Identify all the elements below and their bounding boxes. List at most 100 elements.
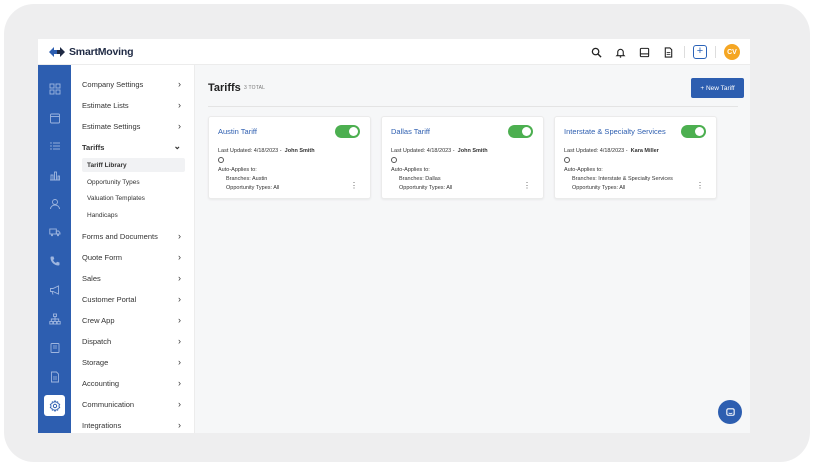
chevron-right-icon: ›	[178, 315, 181, 325]
tariff-card[interactable]: Interstate & Specialty Services Last Upd…	[554, 116, 717, 199]
nav-company-settings[interactable]: Company Settings ›	[71, 75, 195, 93]
main-content: Tariffs 3 TOTAL + New Tariff Austin Tari…	[195, 65, 750, 433]
chevron-right-icon: ›	[178, 294, 181, 304]
clock-icon	[564, 157, 570, 163]
nav-communication[interactable]: Communication ›	[71, 395, 195, 413]
nav-forms-and-documents[interactable]: Forms and Documents ›	[71, 227, 195, 245]
top-icons: + CV	[580, 43, 740, 61]
new-tariff-button[interactable]: + New Tariff	[691, 78, 744, 98]
nav-accounting[interactable]: Accounting ›	[71, 374, 195, 392]
title-divider	[208, 106, 738, 107]
tariff-enabled-toggle[interactable]	[335, 125, 360, 138]
chevron-right-icon: ›	[178, 357, 181, 367]
nav-label: Communication	[82, 399, 135, 409]
chat-launcher-button[interactable]	[718, 400, 742, 424]
tariff-enabled-toggle[interactable]	[508, 125, 533, 138]
opportunity-types-value: Opportunity Types: All	[572, 185, 626, 191]
opportunity-types-value: Opportunity Types: All	[399, 185, 453, 191]
tariff-card[interactable]: Austin Tariff Last Updated: 4/18/2023 - …	[208, 116, 371, 199]
nav-customer-portal[interactable]: Customer Portal ›	[71, 290, 195, 308]
bell-icon[interactable]	[612, 44, 628, 60]
auto-applies-label: Auto-Applies to:	[218, 167, 257, 173]
nav-label: Estimate Settings	[82, 121, 141, 131]
nav-dispatch[interactable]: Dispatch ›	[71, 332, 195, 350]
nav-label: Forms and Documents	[82, 231, 158, 241]
last-updated: Last Updated: 4/18/2023 - John Smith	[391, 148, 488, 154]
smartmoving-logo-icon	[49, 47, 65, 57]
dashboard-icon[interactable]	[44, 78, 65, 99]
toolbar-divider	[715, 46, 716, 58]
nav-quote-form[interactable]: Quote Form ›	[71, 248, 195, 266]
nav-label: Dispatch	[82, 336, 112, 346]
tariff-card[interactable]: Dallas Tariff Last Updated: 4/18/2023 - …	[381, 116, 544, 199]
nav-label: Estimate Lists	[82, 100, 129, 110]
nav-label: Integrations	[82, 420, 122, 430]
calendar-icon[interactable]	[44, 107, 65, 128]
more-options-icon[interactable]: ⋮	[696, 182, 704, 190]
customers-icon[interactable]	[44, 193, 65, 214]
search-icon[interactable]	[588, 44, 604, 60]
icon-rail	[38, 65, 71, 433]
nav-estimate-lists[interactable]: Estimate Lists ›	[71, 96, 195, 114]
truck-icon[interactable]	[44, 221, 65, 242]
clock-icon	[218, 157, 224, 163]
nav-integrations[interactable]: Integrations ›	[71, 416, 195, 433]
last-updated: Last Updated: 4/18/2023 - Kara Miller	[564, 148, 659, 154]
nav-label: Quote Form	[82, 252, 123, 262]
nav-storage[interactable]: Storage ›	[71, 353, 195, 371]
book-icon[interactable]	[44, 337, 65, 358]
file-icon[interactable]	[44, 366, 65, 387]
last-updated: Last Updated: 4/18/2023 - John Smith	[218, 148, 315, 154]
reports-icon[interactable]	[44, 164, 65, 185]
avatar[interactable]: CV	[724, 44, 740, 60]
more-options-icon[interactable]: ⋮	[523, 182, 531, 190]
last-updated-label: Last Updated: 4/18/2023 -	[218, 148, 282, 154]
last-updated-label: Last Updated: 4/18/2023 -	[564, 148, 628, 154]
tariff-title-link[interactable]: Dallas Tariff	[391, 127, 430, 136]
logo-text: SmartMoving	[69, 46, 134, 58]
auto-applies-label: Auto-Applies to:	[564, 167, 603, 173]
tariff-title-link[interactable]: Interstate & Specialty Services	[564, 127, 666, 136]
document-icon[interactable]	[660, 44, 676, 60]
network-icon[interactable]	[44, 308, 65, 329]
tariff-count: 3 TOTAL	[244, 85, 266, 91]
nav-label: Tariffs	[82, 142, 105, 152]
chevron-right-icon: ›	[178, 336, 181, 346]
more-options-icon[interactable]: ⋮	[350, 182, 358, 190]
app-window: SmartMoving + CV Company Settings › Esti…	[38, 39, 750, 433]
nav-label: Storage	[82, 357, 109, 367]
subnav-tariff-library[interactable]: Tariff Library	[82, 158, 185, 172]
inbox-icon[interactable]	[636, 44, 652, 60]
branches-value: Branches: Dallas	[399, 176, 441, 182]
tariff-enabled-toggle[interactable]	[681, 125, 706, 138]
phone-icon[interactable]	[44, 250, 65, 271]
logo[interactable]: SmartMoving	[49, 45, 134, 59]
subnav-opportunity-types[interactable]: Opportunity Types	[82, 175, 185, 189]
chevron-right-icon: ›	[178, 231, 181, 241]
nav-sales[interactable]: Sales ›	[71, 269, 195, 287]
nav-estimate-settings[interactable]: Estimate Settings ›	[71, 117, 195, 135]
toolbar-divider	[684, 46, 685, 58]
chat-icon	[725, 407, 735, 416]
chevron-right-icon: ›	[178, 100, 181, 110]
chevron-right-icon: ›	[178, 121, 181, 131]
updated-by: John Smith	[284, 148, 315, 154]
settings-subnav: Company Settings › Estimate Lists › Estima…	[71, 65, 195, 433]
tariff-title-link[interactable]: Austin Tariff	[218, 127, 257, 136]
chevron-down-icon: ⌄	[173, 141, 181, 151]
top-bar: SmartMoving + CV	[38, 39, 750, 65]
subnav-valuation-templates[interactable]: Valuation Templates	[82, 191, 185, 205]
nav-tariffs[interactable]: Tariffs ⌄	[71, 138, 195, 156]
page-title: Tariffs	[208, 82, 241, 94]
list-icon[interactable]	[44, 135, 65, 156]
opportunity-types-value: Opportunity Types: All	[226, 185, 280, 191]
nav-crew-app[interactable]: Crew App ›	[71, 311, 195, 329]
subnav-handicaps[interactable]: Handicaps	[82, 208, 185, 222]
clock-icon	[391, 157, 397, 163]
branches-value: Branches: Austin	[226, 176, 268, 182]
add-icon[interactable]: +	[693, 45, 707, 59]
auto-applies-label: Auto-Applies to:	[391, 167, 430, 173]
nav-label: Customer Portal	[82, 294, 137, 304]
settings-icon[interactable]	[44, 395, 65, 416]
megaphone-icon[interactable]	[44, 279, 65, 300]
